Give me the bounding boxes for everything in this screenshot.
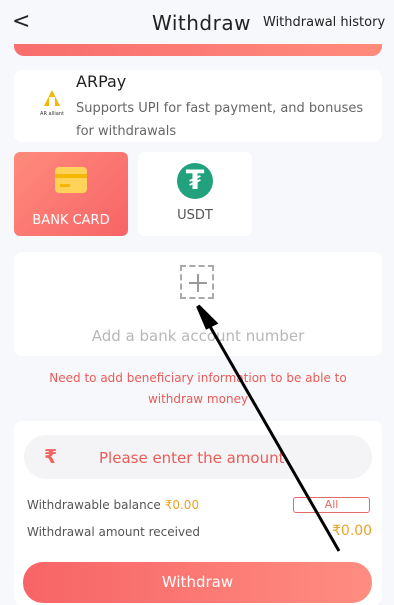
rupee-icon: ₹ [44,446,58,468]
usdt-label: USDT [177,208,213,223]
top-banner-strip [14,44,382,56]
withdraw-button[interactable]: Withdraw [23,562,372,603]
arpay-logo-text: AR alliant [40,111,64,117]
add-bank-account-card[interactable]: Add a bank account number [14,252,382,356]
provider-description: Supports UPI for fast payment, and bonus… [76,101,364,139]
add-bank-account-label: Add a bank account number [91,327,305,345]
received-amount-label: Withdrawal amount received [27,525,201,539]
withdrawable-balance-label: Withdrawable balance [27,498,161,512]
add-icon[interactable] [180,265,214,299]
bank-card-icon [55,167,87,193]
beneficiary-warning: Need to add beneficiary information to b… [49,371,347,406]
withdrawable-balance-value: ₹0.00 [164,498,200,512]
tether-icon: ₮ [177,163,213,199]
withdraw-amount-card: ₹ Please enter the amount Withdrawable b… [14,421,382,605]
provider-name: ARPay [76,72,127,91]
payment-method-bank-card[interactable]: BANK CARD [14,152,128,236]
arpay-logo-icon [44,90,60,106]
back-button[interactable]: < [12,10,32,34]
amount-input[interactable]: ₹ Please enter the amount [24,435,372,479]
arpay-logo: AR alliant [28,82,76,130]
received-amount-value: ₹0.00 [332,523,373,539]
header-bar: < Withdraw Withdrawal history [0,0,394,46]
payment-method-usdt[interactable]: ₮ USDT [138,152,252,236]
withdrawal-history-link[interactable]: Withdrawal history [263,15,385,30]
arpay-card[interactable]: AR alliant ARPay Supports UPI for fast p… [14,70,382,142]
page-title: Withdraw [152,11,251,35]
amount-placeholder: Please enter the amount [99,449,285,467]
all-button[interactable]: All [293,497,370,513]
bank-card-label: BANK CARD [32,213,110,228]
withdrawable-balance-row: Withdrawable balance ₹0.00 [27,498,199,512]
